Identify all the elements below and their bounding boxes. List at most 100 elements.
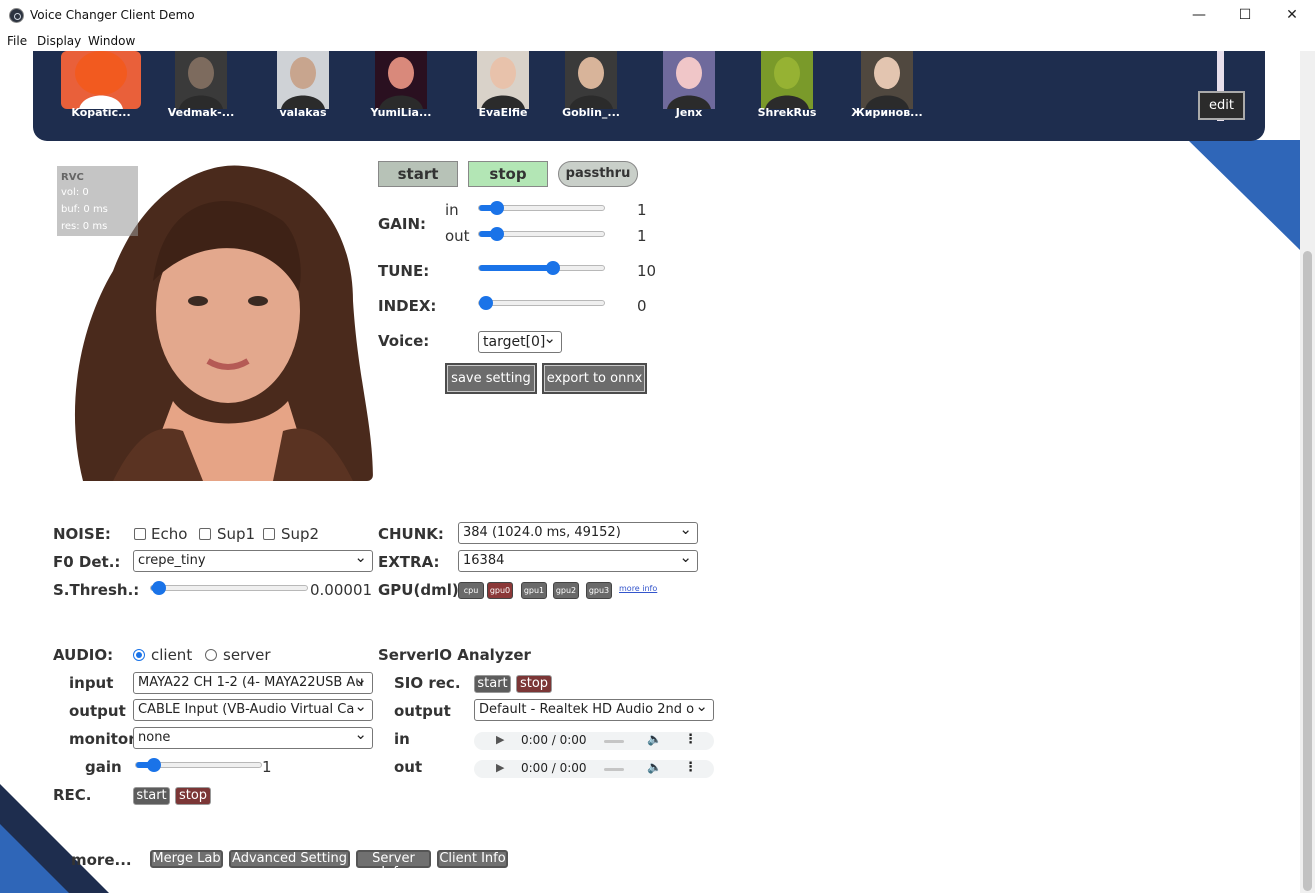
more-options-icon[interactable]: ⋮: [684, 760, 697, 775]
sio-in-player[interactable]: ▶ 0:00 / 0:00 🔈 ⋮: [474, 732, 714, 750]
audio-monitor-label: monitor: [69, 730, 136, 748]
volume-icon[interactable]: 🔈: [647, 760, 662, 774]
gpu-gpu1-button[interactable]: gpu1: [521, 582, 547, 599]
rec-start-button[interactable]: start: [133, 787, 170, 805]
scrollbar-thumb[interactable]: [1303, 251, 1312, 891]
model-slot[interactable]: valakas: [263, 51, 343, 119]
sthresh-slider[interactable]: [150, 581, 308, 595]
gpu-gpu3-button[interactable]: gpu3: [586, 582, 612, 599]
echo-checkbox[interactable]: [134, 528, 146, 540]
sio-rec-label: SIO rec.: [394, 674, 461, 692]
maximize-button[interactable]: ☐: [1222, 0, 1268, 31]
volume-icon[interactable]: 🔈: [647, 732, 662, 746]
sio-start-button[interactable]: start: [474, 675, 511, 693]
audio-output-label: output: [69, 702, 126, 720]
gain-out-label: out: [445, 227, 470, 245]
export-onnx-button[interactable]: export to onnx: [542, 363, 647, 394]
slider-thumb[interactable]: [490, 227, 505, 241]
advanced-setting-button[interactable]: Advanced Setting: [229, 850, 350, 868]
sio-stop-button[interactable]: stop: [516, 675, 552, 693]
audio-label: AUDIO:: [53, 646, 114, 664]
progress-track[interactable]: [604, 740, 624, 743]
tune-label: TUNE:: [378, 262, 430, 280]
gain-in-label: in: [445, 201, 459, 219]
edit-button[interactable]: edit: [1198, 91, 1245, 120]
model-slot-label: YumiLia...: [370, 106, 432, 119]
model-slot-label: valakas: [279, 106, 327, 119]
index-slider[interactable]: [478, 296, 605, 310]
audio-output-select[interactable]: CABLE Input (VB-Audio Virtual Ca: [133, 699, 373, 721]
start-button[interactable]: start: [378, 161, 458, 187]
audio-gain-slider[interactable]: [135, 758, 262, 772]
model-slot[interactable]: ShrekRus: [747, 51, 827, 119]
stats-overlay: RVC vol: 0 buf: 0 ms res: 0 ms: [57, 166, 138, 236]
play-icon[interactable]: ▶: [496, 733, 504, 746]
sup1-label: Sup1: [217, 525, 256, 543]
model-slot-label: EvaElfie: [478, 106, 528, 119]
minimize-button[interactable]: —: [1176, 0, 1222, 31]
audio-monitor-select[interactable]: none: [133, 727, 373, 749]
extra-select[interactable]: 16384: [458, 550, 698, 572]
chunk-select[interactable]: 384 (1024.0 ms, 49152): [458, 522, 698, 544]
merge-lab-button[interactable]: Merge Lab: [150, 850, 223, 868]
page-scrollbar[interactable]: [1300, 51, 1315, 893]
model-slot-label: Kopatic...: [71, 106, 131, 119]
audio-input-select[interactable]: MAYA22 CH 1-2 (4- MAYA22USB Au: [133, 672, 373, 694]
sup1-checkbox[interactable]: [199, 528, 211, 540]
noise-label: NOISE:: [53, 525, 111, 543]
slider-thumb[interactable]: [147, 758, 162, 772]
voice-select[interactable]: target[0]: [478, 331, 562, 353]
slider-fill: [479, 265, 553, 271]
tune-slider[interactable]: [478, 261, 605, 275]
gain-in-slider[interactable]: [478, 201, 605, 215]
index-label: INDEX:: [378, 297, 437, 315]
menu-display[interactable]: Display: [37, 34, 81, 48]
model-slot[interactable]: Жиринов...: [847, 51, 927, 119]
echo-label: Echo: [151, 525, 188, 543]
menu-file[interactable]: File: [7, 34, 27, 48]
audio-server-radio[interactable]: [205, 649, 217, 661]
sio-output-select[interactable]: Default - Realtek HD Audio 2nd o: [474, 699, 714, 721]
gain-out-value: 1: [637, 227, 647, 245]
gpu-gpu2-button[interactable]: gpu2: [553, 582, 579, 599]
passthru-button[interactable]: passthru: [558, 161, 638, 187]
main-content: edit Kopatic... Vedmak-... valakas YumiLia.…: [0, 51, 1300, 893]
audio-client-radio[interactable]: [133, 649, 145, 661]
close-button[interactable]: ✕: [1269, 0, 1315, 31]
gain-out-slider[interactable]: [478, 227, 605, 241]
stop-button[interactable]: stop: [468, 161, 548, 187]
slider-thumb[interactable]: [545, 261, 560, 275]
progress-track[interactable]: [604, 768, 624, 771]
play-icon[interactable]: ▶: [496, 761, 504, 774]
save-setting-button[interactable]: save setting: [445, 363, 537, 394]
f0-detector-select[interactable]: crepe_tiny: [133, 550, 373, 572]
slider-thumb[interactable]: [490, 201, 505, 215]
gpu-cpu-button[interactable]: cpu: [458, 582, 484, 599]
slider-thumb[interactable]: [479, 296, 493, 310]
sup2-checkbox[interactable]: [263, 528, 275, 540]
menu-window[interactable]: Window: [88, 34, 135, 48]
model-slot[interactable]: Jenx: [649, 51, 729, 119]
stats-res: res: 0 ms: [61, 221, 108, 232]
gpu-gpu0-button[interactable]: gpu0: [487, 582, 513, 599]
model-slot[interactable]: Kopatic...: [61, 51, 141, 119]
more-info-link[interactable]: more info: [619, 584, 657, 593]
model-thumbnail: [175, 51, 227, 109]
chunk-label: CHUNK:: [378, 525, 444, 543]
sio-output-label: output: [394, 702, 451, 720]
audio-server-label: server: [223, 646, 271, 664]
more-options-icon[interactable]: ⋮: [684, 732, 697, 747]
model-slot[interactable]: YumiLia...: [361, 51, 441, 119]
server-info-button[interactable]: Server Info: [356, 850, 431, 880]
slider-thumb[interactable]: [152, 581, 167, 595]
rec-label: REC.: [53, 786, 92, 804]
model-slot[interactable]: Vedmak-...: [161, 51, 241, 119]
model-slot[interactable]: Goblin_...: [551, 51, 631, 119]
model-slot[interactable]: EvaElfie: [463, 51, 543, 119]
audio-gain-value: 1: [262, 758, 272, 776]
sio-out-player[interactable]: ▶ 0:00 / 0:00 🔈 ⋮: [474, 760, 714, 778]
serverio-title: ServerIO Analyzer: [378, 646, 531, 664]
client-info-button[interactable]: Client Info: [437, 850, 508, 868]
model-thumbnail: [61, 51, 141, 109]
rec-stop-button[interactable]: stop: [175, 787, 211, 805]
